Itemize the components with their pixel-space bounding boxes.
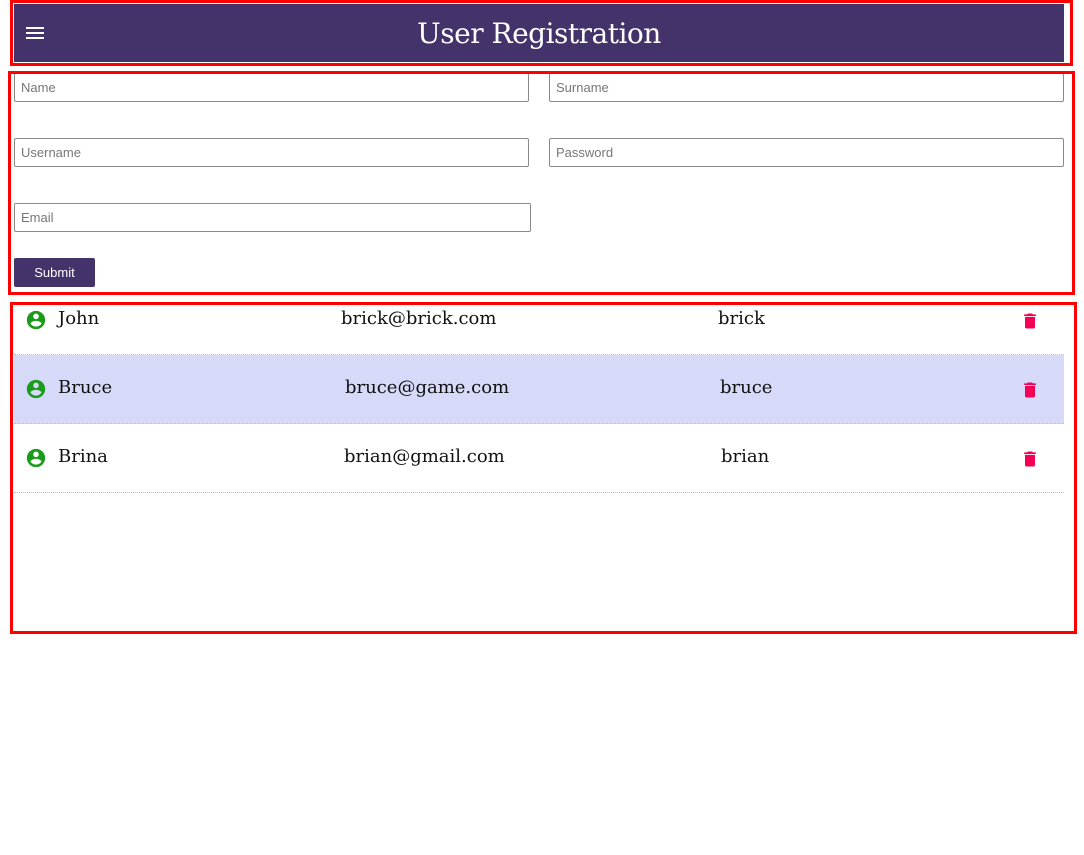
user-email: brick@brick.com <box>341 308 497 329</box>
page: User Registration Submit John brick@bric… <box>0 0 1084 855</box>
user-name: John <box>58 308 100 329</box>
user-name: Brina <box>58 446 108 467</box>
account-circle-icon <box>26 379 46 399</box>
highlight-box-form <box>8 71 1075 295</box>
username-field[interactable] <box>14 138 529 167</box>
user-username: brick <box>718 308 765 329</box>
user-row[interactable]: Brina brian@gmail.com brian <box>14 424 1064 493</box>
password-field[interactable] <box>549 138 1064 167</box>
surname-field[interactable] <box>549 73 1064 102</box>
user-row[interactable]: John brick@brick.com brick <box>14 286 1064 355</box>
user-username: brian <box>721 446 770 467</box>
account-circle-icon <box>26 448 46 468</box>
trash-icon[interactable] <box>1020 310 1040 332</box>
account-circle-icon <box>26 310 46 330</box>
user-list: John brick@brick.com brick Bruce bruce@g… <box>14 286 1064 493</box>
trash-icon[interactable] <box>1020 379 1040 401</box>
app-header: User Registration <box>14 4 1064 62</box>
trash-icon[interactable] <box>1020 448 1040 470</box>
user-username: bruce <box>720 377 773 398</box>
submit-button[interactable]: Submit <box>14 258 95 287</box>
page-title: User Registration <box>417 16 661 50</box>
menu-icon[interactable] <box>26 23 46 43</box>
user-email: brian@gmail.com <box>344 446 505 467</box>
name-field[interactable] <box>14 73 529 102</box>
user-email: bruce@game.com <box>345 377 510 398</box>
email-field[interactable] <box>14 203 531 232</box>
user-name: Bruce <box>58 377 113 398</box>
user-row[interactable]: Bruce bruce@game.com bruce <box>14 355 1064 424</box>
